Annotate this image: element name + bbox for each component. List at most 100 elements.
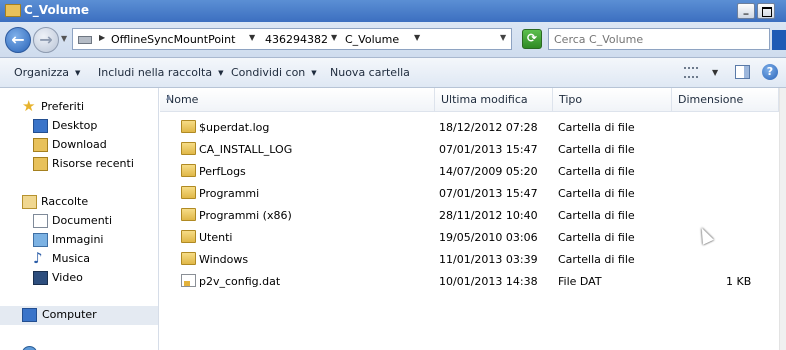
chevron-down-icon: ▼ [75,69,81,77]
column-header-name[interactable]: Nome ▲ [160,88,435,112]
nav-libraries[interactable]: Raccolte [22,193,152,212]
nav-network[interactable] [22,344,152,350]
file-row[interactable]: PerfLogs 14/07/2009 05:20 Cartella di fi… [160,161,779,183]
file-type: Cartella di file [558,121,635,134]
forward-button[interactable]: → [33,27,59,53]
history-dropdown-icon[interactable]: ▼ [61,34,67,43]
document-icon [33,214,48,228]
file-row[interactable]: Windows 11/01/2013 03:39 Cartella di fil… [160,249,779,271]
nav-item-video[interactable]: Video [33,269,153,288]
nav-item-recent[interactable]: Risorse recenti [33,155,153,174]
navigation-pane: ★ Preferiti Desktop Download Risorse rec… [0,88,159,350]
file-name: $uperdat.log [199,121,270,134]
file-modified: 18/12/2012 07:28 [439,121,538,134]
file-row[interactable]: Programmi (x86) 28/11/2012 10:40 Cartell… [160,205,779,227]
download-icon [33,138,48,152]
folder-icon [181,230,196,243]
nav-computer[interactable]: Computer [0,306,158,325]
preview-pane-icon[interactable] [735,65,750,79]
chevron-down-icon[interactable]: ▼ [414,33,420,42]
file-modified: 07/01/2013 15:47 [439,143,538,156]
nav-item-documents[interactable]: Documenti [33,212,153,231]
nav-item-desktop[interactable]: Desktop [33,117,153,136]
file-name: CA_INSTALL_LOG [199,143,293,156]
folder-icon [5,4,21,17]
nav-label: Desktop [52,119,98,132]
window-title: C_Volume [24,3,89,17]
view-options-icon[interactable] [684,67,698,78]
sort-ascending-icon: ▲ [166,93,172,101]
search-box[interactable] [548,28,770,50]
file-modified: 11/01/2013 03:39 [439,253,538,266]
nav-item-images[interactable]: Immagini [33,231,153,250]
file-modified: 07/01/2013 15:47 [439,187,538,200]
file-modified: 10/01/2013 14:38 [439,275,538,288]
file-type: Cartella di file [558,209,635,222]
recent-places-icon [33,157,48,171]
column-header-modified[interactable]: Ultima modifica [435,88,553,112]
minimize-button[interactable]: _ [737,3,755,19]
column-label: Tipo [559,93,583,106]
file-type: Cartella di file [558,231,635,244]
chevron-down-icon[interactable]: ▼ [331,33,337,42]
search-icon[interactable] [772,30,786,50]
share-label: Condividi con [231,66,306,79]
file-name: PerfLogs [199,165,246,178]
breadcrumb-item[interactable]: C_Volume [345,33,399,46]
folder-icon [181,186,196,199]
file-size: 1 KB [726,275,752,288]
organize-button[interactable]: Organizza ▼ [14,66,80,79]
vertical-scrollbar[interactable] [779,88,786,350]
back-button[interactable]: ← [5,27,31,53]
file-row[interactable]: CA_INSTALL_LOG 07/01/2013 15:47 Cartella… [160,139,779,161]
file-row[interactable]: Programmi 07/01/2013 15:47 Cartella di f… [160,183,779,205]
breadcrumb-item[interactable]: 436294382 [265,33,328,46]
new-folder-button[interactable]: Nuova cartella [330,66,410,79]
column-label: Ultima modifica [441,93,528,106]
breadcrumb-item[interactable]: OfflineSyncMountPoint [111,33,235,46]
chevron-down-icon: ▼ [311,69,317,77]
refresh-icon[interactable]: ⟳ [522,29,542,49]
image-icon [33,233,48,247]
nav-item-download[interactable]: Download [33,136,153,155]
help-icon[interactable]: ? [762,64,778,80]
file-row[interactable]: Utenti 19/05/2010 03:06 Cartella di file [160,227,779,249]
include-label: Includi nella raccolta [98,66,213,79]
desktop-icon [33,119,48,133]
share-with-button[interactable]: Condividi con ▼ [231,66,317,79]
maximize-button[interactable] [757,3,775,19]
file-name: p2v_config.dat [199,275,281,288]
folder-icon [181,164,196,177]
drive-icon [78,36,92,44]
nav-label: Download [52,138,107,151]
command-bar: Organizza ▼ Includi nella raccolta ▼ Condi… [0,58,786,88]
file-type: Cartella di file [558,187,635,200]
address-bar[interactable]: ▶ OfflineSyncMountPoint ▼ 436294382 ▼ C_… [72,28,512,50]
file-row[interactable]: p2v_config.dat 10/01/2013 14:38 File DAT… [160,271,779,293]
nav-label: Video [52,271,83,284]
library-icon [22,195,37,209]
column-header-type[interactable]: Tipo [553,88,672,112]
folder-icon [181,142,196,155]
nav-favorites[interactable]: ★ Preferiti [22,98,152,117]
file-name: Programmi [199,187,260,200]
folder-icon [181,208,196,221]
computer-icon [22,308,37,322]
file-row[interactable]: $uperdat.log 18/12/2012 07:28 Cartella d… [160,117,779,139]
nav-item-music[interactable]: ♪ Musica [33,250,153,269]
music-icon: ♪ [33,249,43,267]
include-in-library-button[interactable]: Includi nella raccolta ▼ [98,66,224,79]
nav-label: Immagini [52,233,104,246]
title-bar: C_Volume _ [0,0,786,22]
column-header-size[interactable]: Dimensione [672,88,779,112]
chevron-down-icon[interactable]: ▼ [712,68,718,77]
file-name: Utenti [199,231,233,244]
chevron-down-icon: ▼ [218,69,224,77]
address-dropdown-icon[interactable]: ▼ [500,33,506,42]
file-icon [181,274,196,287]
chevron-right-icon[interactable]: ▶ [99,33,105,42]
chevron-down-icon[interactable]: ▼ [249,33,255,42]
search-input[interactable] [554,32,764,47]
file-type: Cartella di file [558,143,635,156]
file-modified: 19/05/2010 03:06 [439,231,538,244]
